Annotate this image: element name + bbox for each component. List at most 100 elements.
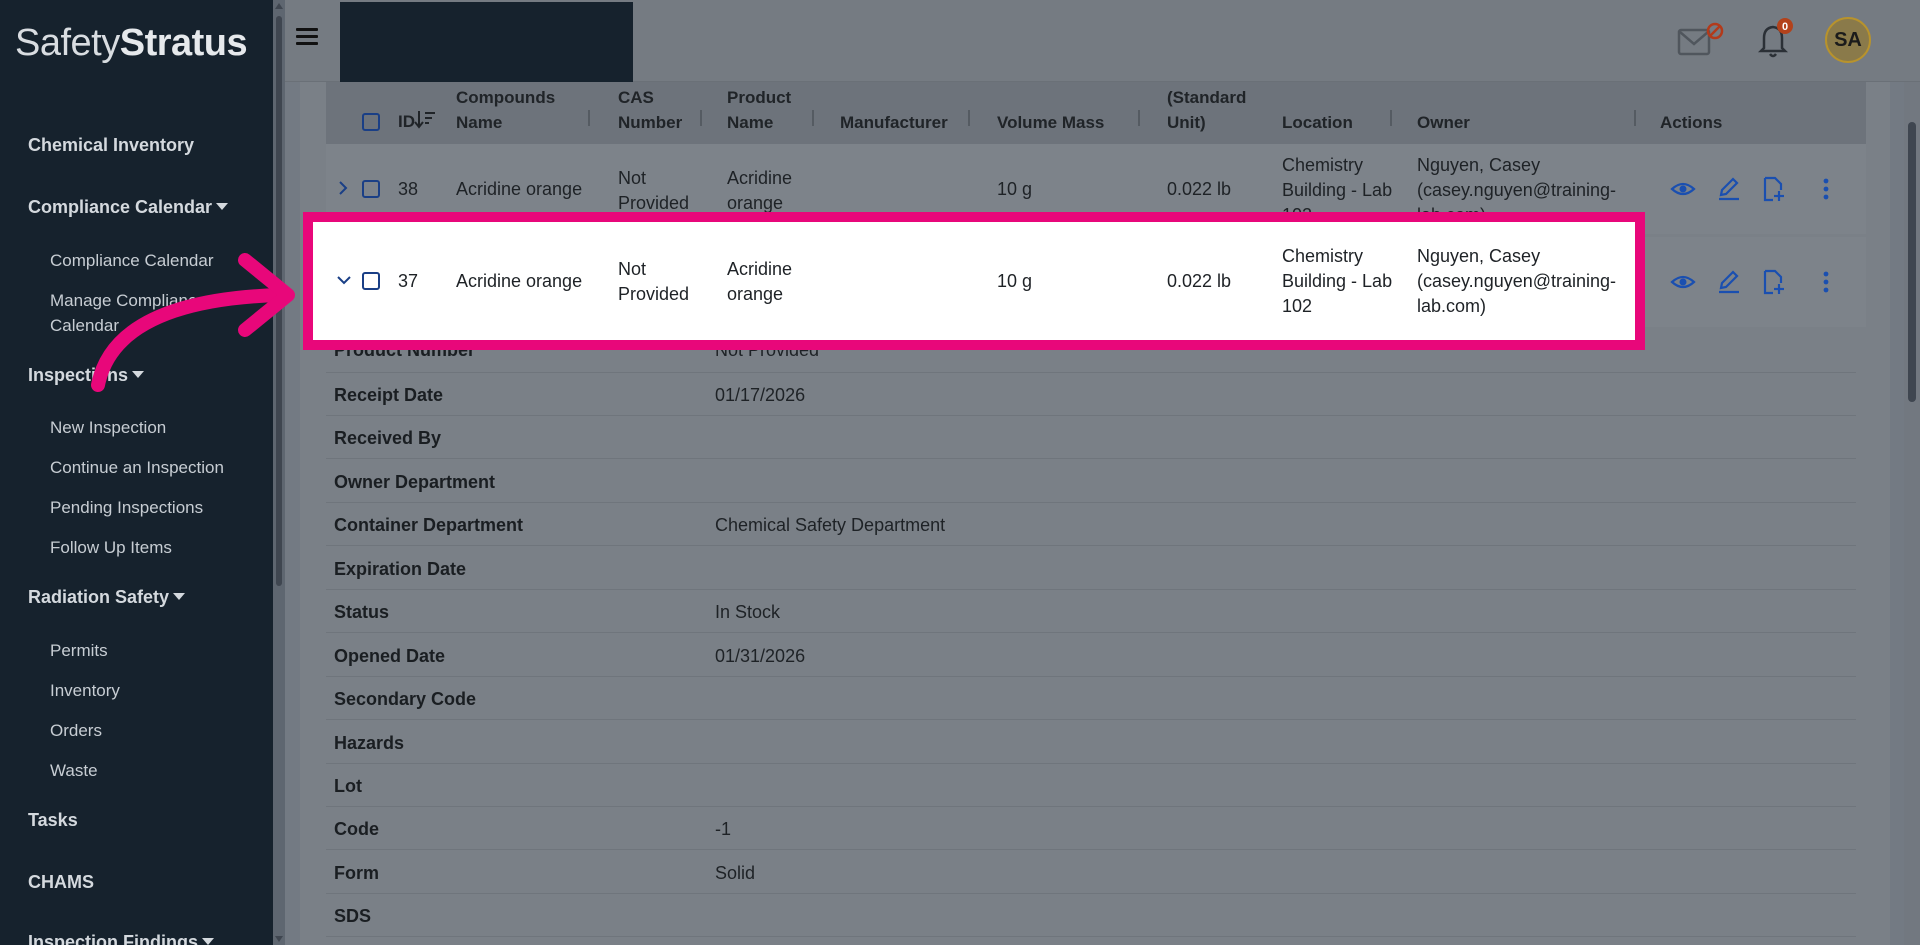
column-header-product-name[interactable]: Product Name: [727, 85, 791, 135]
sidebar-subitem-compliance-calendar[interactable]: Compliance Calendar: [50, 248, 213, 273]
cell-standard-unit: 0.022 lb: [1167, 179, 1232, 199]
sortable-column-icon[interactable]: [698, 106, 706, 130]
view-eye-icon[interactable]: [1670, 176, 1696, 202]
detail-label: Code: [334, 819, 379, 839]
detail-value: 01/31/2026: [715, 646, 806, 666]
detail-value: Solid: [715, 863, 756, 883]
detail-row: Secondary Code: [326, 677, 1856, 720]
user-avatar[interactable]: SA: [1825, 17, 1871, 63]
cell-standard-unit: 0.022 lb: [1167, 271, 1232, 291]
cell-product-name: Acridine orange: [727, 259, 793, 304]
mail-disabled-icon[interactable]: [1677, 22, 1727, 58]
column-header-cas-number[interactable]: CAS Number: [618, 85, 682, 135]
column-header-manufacturer[interactable]: Manufacturer: [840, 110, 948, 135]
detail-row: Lot: [326, 764, 1856, 807]
sidebar-subitem-pending-inspections[interactable]: Pending Inspections: [50, 495, 203, 520]
column-header-id[interactable]: ID: [398, 109, 415, 134]
detail-row: Owner Department: [326, 460, 1856, 503]
chevron-down-icon[interactable]: [336, 273, 352, 287]
scrollbar-thumb[interactable]: [276, 16, 282, 586]
row-checkbox[interactable]: [362, 272, 380, 290]
sidebar-item-radiation-safety[interactable]: Radiation Safety: [28, 587, 186, 608]
cell-compound-name: Acridine orange: [456, 179, 583, 199]
sidebar-subitem-new-inspection[interactable]: New Inspection: [50, 415, 166, 440]
sidebar-item-inspections[interactable]: Inspections: [28, 365, 145, 386]
caret-down-icon: [132, 371, 145, 378]
sidebar-item-chemical-inventory[interactable]: Chemical Inventory: [28, 135, 194, 156]
detail-row: Opened Date 01/31/2026: [326, 634, 1856, 677]
scrollbar-thumb[interactable]: [1908, 122, 1916, 402]
sidebar-subitem-continue-inspection[interactable]: Continue an Inspection: [50, 455, 224, 480]
edit-pencil-icon[interactable]: [1716, 176, 1742, 202]
scroll-down-icon[interactable]: [275, 936, 283, 942]
sortable-column-icon[interactable]: [1388, 106, 1396, 130]
cell-compound-name: Acridine orange: [456, 271, 583, 291]
view-eye-icon[interactable]: [1670, 269, 1696, 295]
cell-id: 38: [398, 179, 419, 199]
detail-row: Form Solid: [326, 851, 1856, 894]
edit-pencil-icon[interactable]: [1716, 269, 1742, 295]
table-row-highlighted[interactable]: 37 Acridine orange Not Provided Acridine o…: [313, 222, 1635, 340]
more-vertical-icon[interactable]: [1813, 269, 1839, 295]
cell-cas-number: Not Provided: [618, 168, 690, 213]
sidebar-subitem-manage-compliance-calendar[interactable]: Manage Compliance Calendar: [50, 288, 206, 338]
column-header-actions: Actions: [1660, 113, 1723, 132]
top-bar: 0 SA: [285, 0, 1920, 82]
detail-row: Receipt Date 01/17/2026: [326, 373, 1856, 416]
sidebar-item-inspection-findings[interactable]: Inspection Findings: [28, 932, 214, 945]
sidebar-scrollbar[interactable]: [273, 0, 285, 945]
sidebar-subitem-follow-up-items[interactable]: Follow Up Items: [50, 535, 172, 560]
notification-bell-icon[interactable]: 0: [1754, 18, 1796, 60]
detail-row: Received By: [326, 416, 1856, 459]
chevron-right-icon[interactable]: [336, 180, 350, 196]
detail-row: Hazards: [326, 721, 1856, 764]
add-document-icon[interactable]: [1760, 176, 1786, 202]
more-vertical-icon[interactable]: [1813, 176, 1839, 202]
sortable-column-icon[interactable]: [1136, 106, 1144, 130]
detail-value: Chemical Safety Department: [715, 515, 946, 535]
scroll-up-icon[interactable]: [275, 3, 283, 9]
select-all-checkbox[interactable]: [362, 113, 380, 131]
sidebar-subitem-waste[interactable]: Waste: [50, 758, 98, 783]
detail-label: Status: [334, 602, 390, 622]
detail-label: Expiration Date: [334, 559, 467, 579]
cell-id: 37: [398, 271, 419, 291]
caret-down-icon: [173, 593, 186, 600]
sidebar-item-compliance-calendar[interactable]: Compliance Calendar: [28, 197, 229, 218]
detail-label: Received By: [334, 428, 442, 448]
detail-row: Code -1: [326, 807, 1856, 850]
sidebar-subitem-orders[interactable]: Orders: [50, 718, 102, 743]
detail-value: In Stock: [715, 602, 781, 622]
column-header-location[interactable]: Location: [1282, 110, 1353, 135]
column-header-compounds-name[interactable]: Compounds Name: [456, 85, 555, 135]
sidebar-item-chams[interactable]: CHAMS: [28, 872, 94, 893]
sidebar-item-tasks[interactable]: Tasks: [28, 810, 78, 831]
row-checkbox[interactable]: [362, 180, 380, 198]
detail-label: Container Department: [334, 515, 524, 535]
detail-row: Status In Stock: [326, 590, 1856, 633]
detail-label: Lot: [334, 776, 362, 796]
cell-product-name: Acridine orange: [727, 168, 793, 213]
column-header-volume-mass[interactable]: Volume Mass: [997, 110, 1104, 135]
cell-volume-mass: 10 g: [997, 179, 1033, 199]
sidebar: SafetyStratus Chemical Inventory Complia…: [0, 0, 273, 945]
brand-logo[interactable]: SafetyStratus: [15, 22, 248, 65]
add-document-icon[interactable]: [1760, 269, 1786, 295]
cell-cas-number: Not Provided: [618, 259, 690, 304]
column-header-owner[interactable]: Owner: [1417, 110, 1470, 135]
sortable-column-icon[interactable]: [810, 106, 818, 130]
sort-descending-icon[interactable]: [414, 108, 436, 130]
sortable-column-icon[interactable]: [586, 106, 594, 130]
sortable-column-icon[interactable]: [1632, 106, 1640, 130]
hamburger-menu-icon[interactable]: [296, 28, 318, 46]
detail-row: Expiration Date: [326, 547, 1856, 590]
sortable-column-icon[interactable]: [966, 106, 974, 130]
detail-label: Hazards: [334, 733, 405, 753]
column-header-standard-unit[interactable]: (Standard Unit): [1167, 85, 1246, 135]
detail-label: Secondary Code: [334, 689, 477, 709]
detail-label: Receipt Date: [334, 385, 444, 405]
main-scrollbar[interactable]: [1904, 82, 1920, 945]
sidebar-subitem-inventory[interactable]: Inventory: [50, 678, 120, 703]
sidebar-subitem-permits[interactable]: Permits: [50, 638, 108, 663]
cell-owner: Nguyen, Casey(casey.nguyen@training-lab.…: [1417, 246, 1617, 316]
